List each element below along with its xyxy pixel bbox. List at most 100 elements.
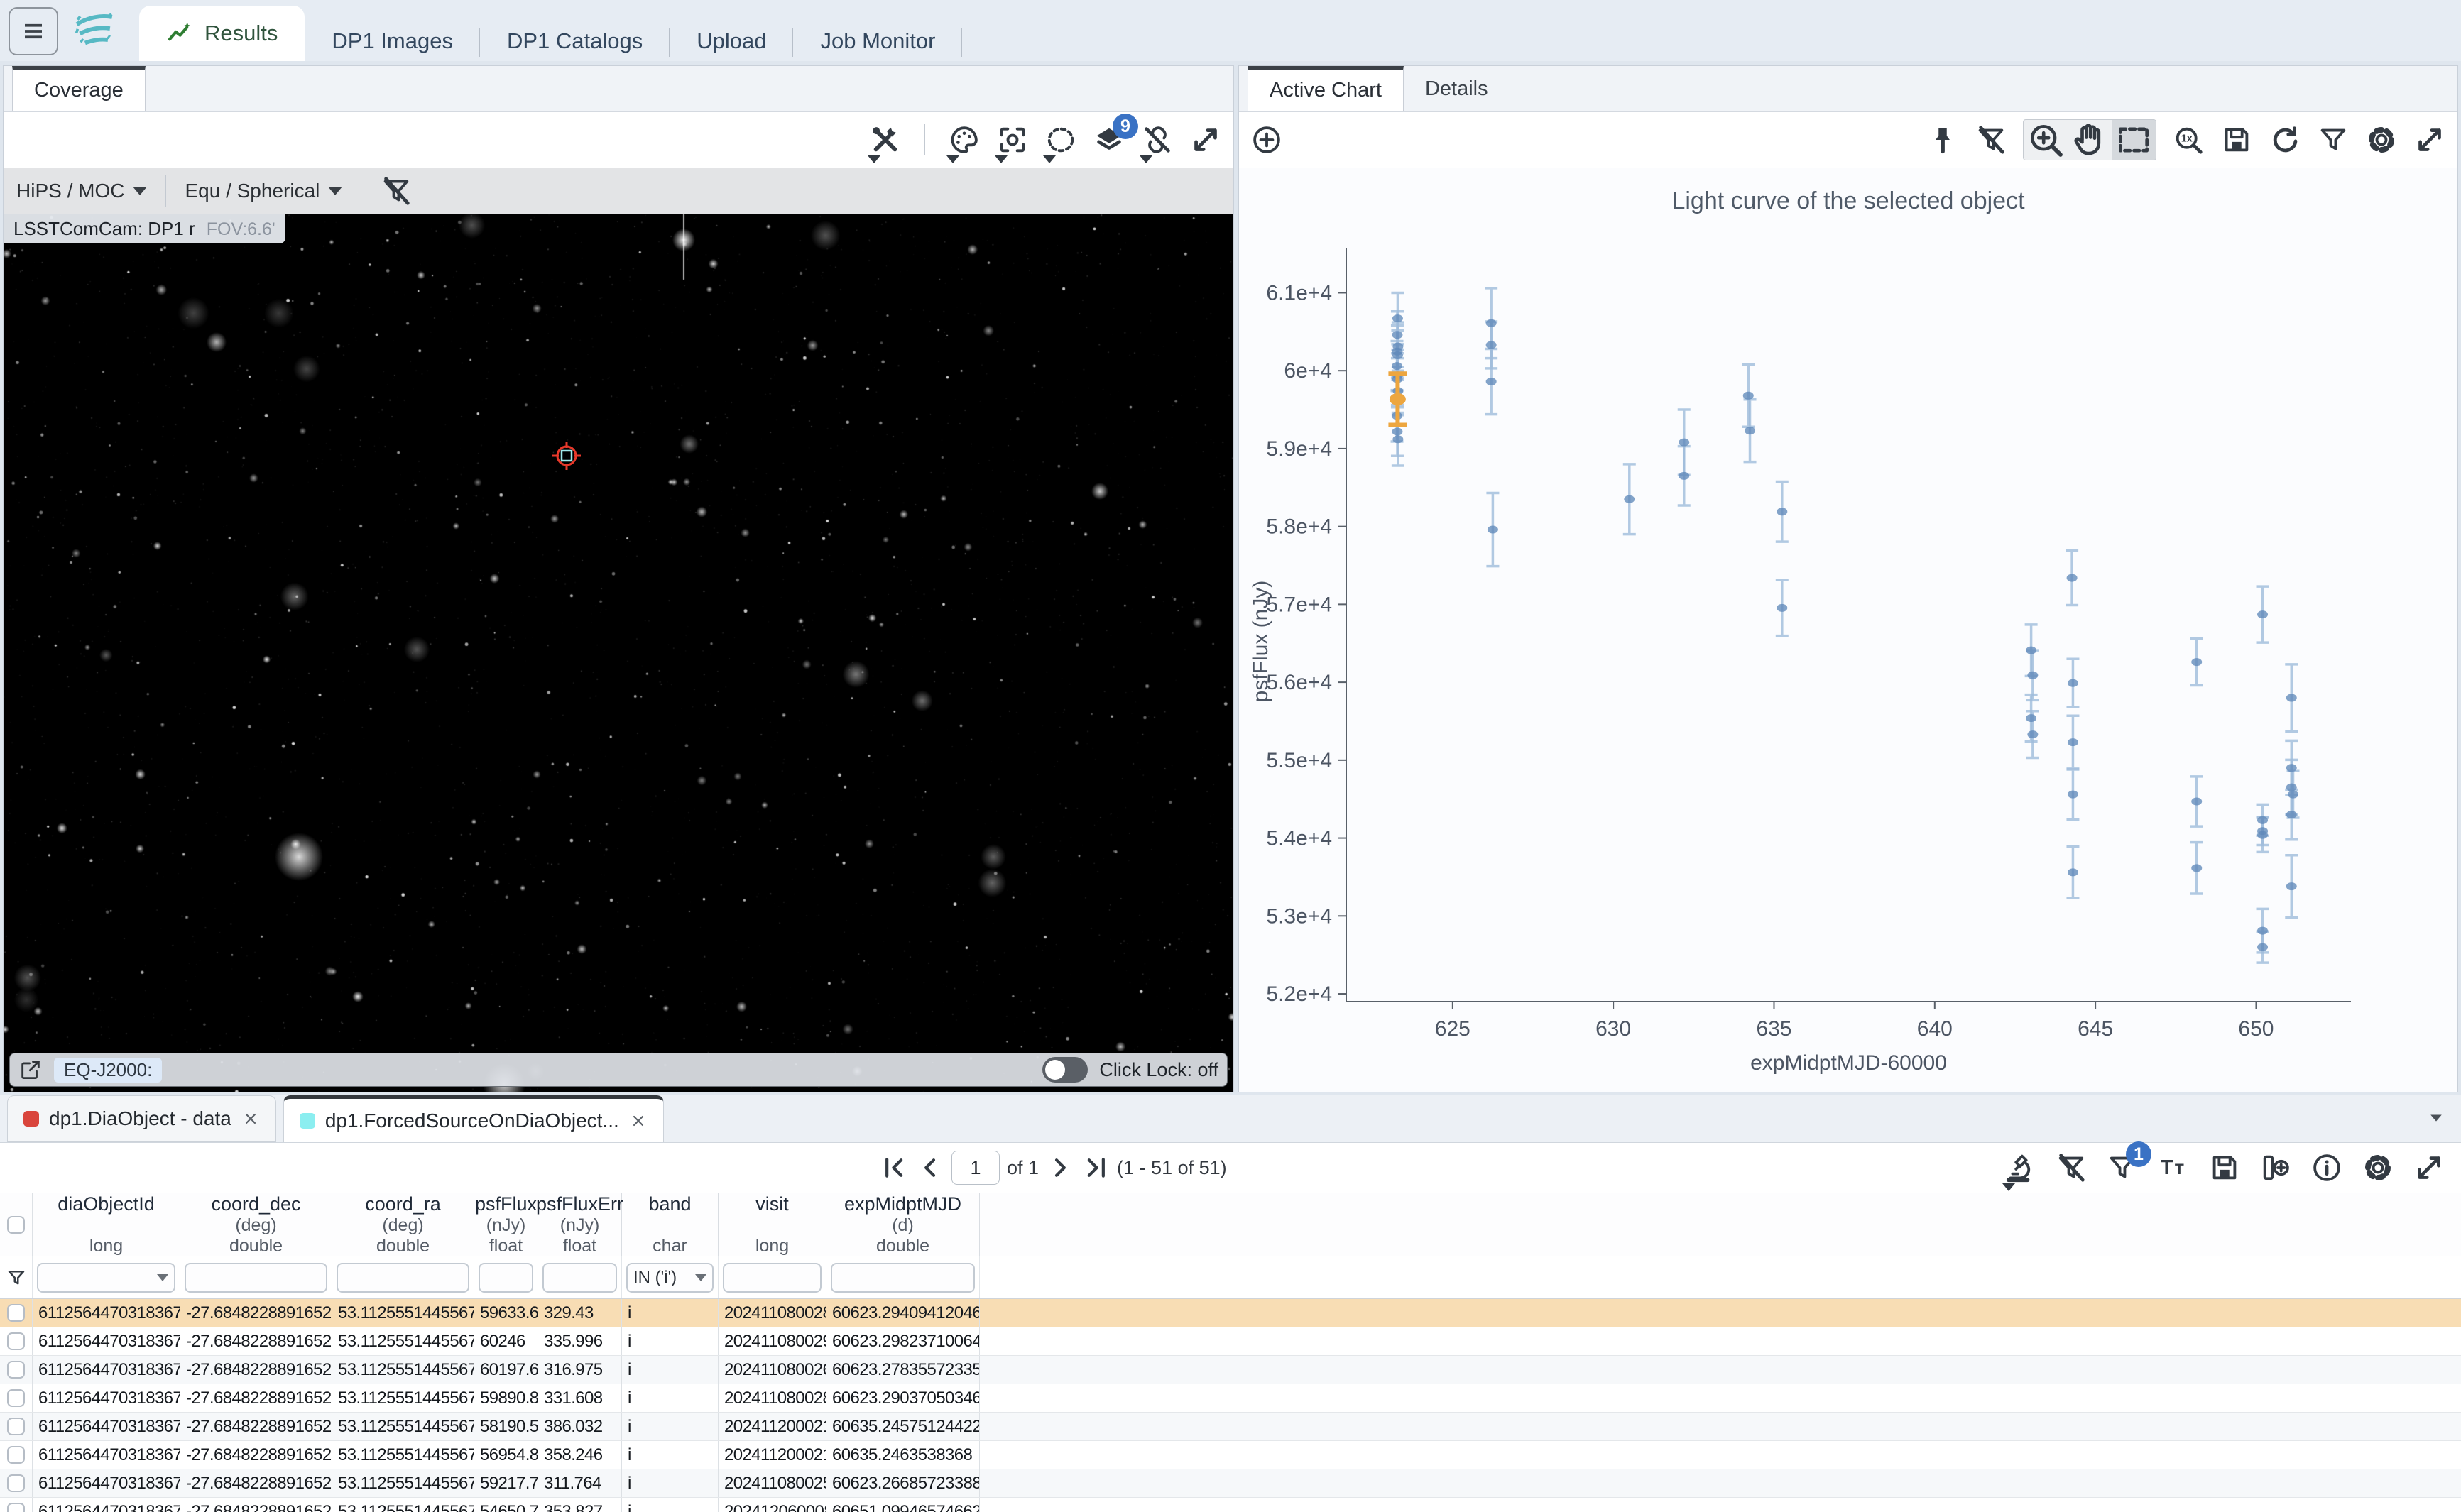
column-header-psfFlux[interactable]: psfFlux(nJy)float <box>474 1193 538 1256</box>
y-tick-label: 5.3e+4 <box>1266 904 1332 928</box>
tab-overflow-chevron-icon[interactable] <box>2424 1105 2448 1129</box>
row-checkbox[interactable] <box>7 1332 25 1350</box>
hand-mode[interactable] <box>2068 120 2112 160</box>
close-icon[interactable] <box>241 1110 260 1128</box>
table-row[interactable]: 611256447031836758-27.6848228891652853.1… <box>0 1356 2461 1384</box>
unlink-icon[interactable] <box>1141 124 1174 156</box>
zoom-1x-icon[interactable]: 1x <box>2172 124 2205 156</box>
menu-icon[interactable] <box>9 7 58 55</box>
column-unit: (nJy) <box>560 1215 600 1236</box>
diaObjectId-filter-select[interactable] <box>37 1263 175 1293</box>
pin-icon[interactable] <box>1926 124 1959 156</box>
visit-filter-input[interactable] <box>723 1263 822 1293</box>
zoom-in-mode[interactable] <box>2024 120 2068 160</box>
psfFlux-filter-input[interactable] <box>479 1263 533 1293</box>
row-checkbox[interactable] <box>7 1503 25 1512</box>
filter-icon[interactable] <box>2317 124 2350 156</box>
box-select-mode[interactable] <box>2112 120 2156 160</box>
hips-moc-dropdown[interactable]: HiPS / MOC <box>16 180 147 202</box>
layers-icon[interactable]: 9 <box>1093 124 1125 156</box>
save-icon[interactable] <box>2220 124 2253 156</box>
recenter-icon[interactable] <box>996 124 1029 156</box>
palette-icon[interactable] <box>948 124 981 156</box>
table-row[interactable]: 611256447031836758-27.6848228891652853.1… <box>0 1327 2461 1356</box>
coord_dec-filter-input[interactable] <box>185 1263 327 1293</box>
psfFluxErr-filter-input[interactable] <box>542 1263 617 1293</box>
table-row[interactable]: 611256447031836758-27.6848228891652853.1… <box>0 1413 2461 1441</box>
tools-icon[interactable] <box>869 124 902 156</box>
starfield-image[interactable] <box>4 214 1233 1092</box>
zoom-in-icon[interactable] <box>2025 120 2066 160</box>
row-checkbox[interactable] <box>7 1304 25 1322</box>
column-header-psfFluxErr[interactable]: psfFluxErr(nJy)float <box>538 1193 622 1256</box>
tab-results[interactable]: Results <box>139 6 305 61</box>
selected-object-marker[interactable] <box>544 433 589 478</box>
row-checkbox[interactable] <box>7 1418 25 1435</box>
box-select-icon[interactable] <box>2113 120 2154 160</box>
plus-circle-icon[interactable] <box>1250 124 1283 156</box>
rotate-icon[interactable] <box>2269 124 2301 156</box>
row-checkbox[interactable] <box>7 1446 25 1464</box>
tab-coverage[interactable]: Coverage <box>12 66 146 111</box>
select-all-checkbox[interactable] <box>7 1216 25 1234</box>
table-row[interactable]: 611256447031836758-27.6848228891652853.1… <box>0 1299 2461 1327</box>
microscope-icon[interactable] <box>2004 1151 2036 1184</box>
row-checkbox[interactable] <box>7 1361 25 1379</box>
row-checkbox[interactable] <box>7 1474 25 1492</box>
filter-icon[interactable]: 1 <box>2106 1151 2139 1184</box>
filter-off-icon[interactable] <box>1975 124 2007 156</box>
ellipse-select-icon[interactable] <box>1044 124 1077 156</box>
table-row[interactable]: 611256447031836758-27.6848228891652853.1… <box>0 1498 2461 1512</box>
tab-details[interactable]: Details <box>1404 66 1510 111</box>
row-checkbox[interactable] <box>7 1389 25 1407</box>
filter-off-icon[interactable] <box>2055 1151 2088 1184</box>
column-header-visit[interactable]: visit long <box>719 1193 826 1256</box>
next-page-icon[interactable] <box>1046 1154 1074 1182</box>
tab-dp1-images[interactable]: DP1 Images <box>305 21 480 61</box>
x-axis-label: expMidptMJD-60000 <box>1750 1051 1947 1075</box>
table-row[interactable]: 611256447031836758-27.6848228891652853.1… <box>0 1441 2461 1469</box>
sky-image-viewer[interactable]: LSSTComCam: DP1 r FOV:6.6' EQ-J2000: Cli… <box>4 214 1233 1092</box>
coord_ra-filter-input[interactable] <box>337 1263 469 1293</box>
tab-job-monitor[interactable]: Job Monitor <box>793 21 962 61</box>
tab-upload[interactable]: Upload <box>670 21 793 61</box>
filter-icon[interactable] <box>6 1267 27 1288</box>
column-header-expMidptMJD[interactable]: expMidptMJD(d)double <box>826 1193 980 1256</box>
light-curve-chart[interactable]: Light curve of the selected object6.1e+4… <box>1239 168 2457 1092</box>
band-filter-select[interactable]: IN ('i') <box>626 1263 714 1293</box>
row-filler <box>980 1441 2461 1469</box>
gear-icon[interactable] <box>2362 1151 2394 1184</box>
cell-psfFluxErr: 311.764 <box>538 1469 622 1497</box>
expand-icon[interactable] <box>1189 124 1222 156</box>
external-link-icon[interactable] <box>18 1058 43 1082</box>
save-icon[interactable] <box>2208 1151 2241 1184</box>
first-page-icon[interactable] <box>880 1154 909 1182</box>
filter-off-icon[interactable] <box>380 175 413 207</box>
expMidptMJD-filter-input[interactable] <box>831 1263 975 1293</box>
add-column-icon[interactable] <box>2259 1151 2292 1184</box>
close-icon[interactable] <box>629 1112 648 1130</box>
projection-dropdown[interactable]: Equ / Spherical <box>185 180 342 202</box>
expand-icon[interactable] <box>2413 124 2446 156</box>
firefly-logo-icon[interactable] <box>67 6 122 55</box>
tab-forced-source[interactable]: dp1.ForcedSourceOnDiaObject... <box>283 1095 664 1142</box>
click-lock-toggle[interactable] <box>1042 1057 1088 1083</box>
previous-page-icon[interactable] <box>916 1154 944 1182</box>
table-row[interactable]: 611256447031836758-27.6848228891652853.1… <box>0 1469 2461 1498</box>
cell-diaObjectId: 611256447031836758 <box>33 1299 180 1327</box>
tab-dp1-catalogs[interactable]: DP1 Catalogs <box>480 21 670 61</box>
table-row[interactable]: 611256447031836758-27.6848228891652853.1… <box>0 1384 2461 1413</box>
expand-icon[interactable] <box>2413 1151 2445 1184</box>
last-page-icon[interactable] <box>1081 1154 1110 1182</box>
text-case-icon[interactable]: TT <box>2157 1151 2190 1184</box>
hand-icon[interactable] <box>2069 120 2110 160</box>
column-header-diaObjectId[interactable]: diaObjectId long <box>33 1193 180 1256</box>
page-number-input[interactable] <box>951 1151 1000 1185</box>
info-icon[interactable] <box>2310 1151 2343 1184</box>
column-header-coord_ra[interactable]: coord_ra(deg)double <box>332 1193 474 1256</box>
tab-dia-object[interactable]: dp1.DiaObject - data <box>7 1095 276 1142</box>
column-header-coord_dec[interactable]: coord_dec(deg)double <box>180 1193 332 1256</box>
column-header-band[interactable]: band char <box>622 1193 719 1256</box>
gear-icon[interactable] <box>2365 124 2398 156</box>
tab-active-chart[interactable]: Active Chart <box>1248 66 1404 111</box>
